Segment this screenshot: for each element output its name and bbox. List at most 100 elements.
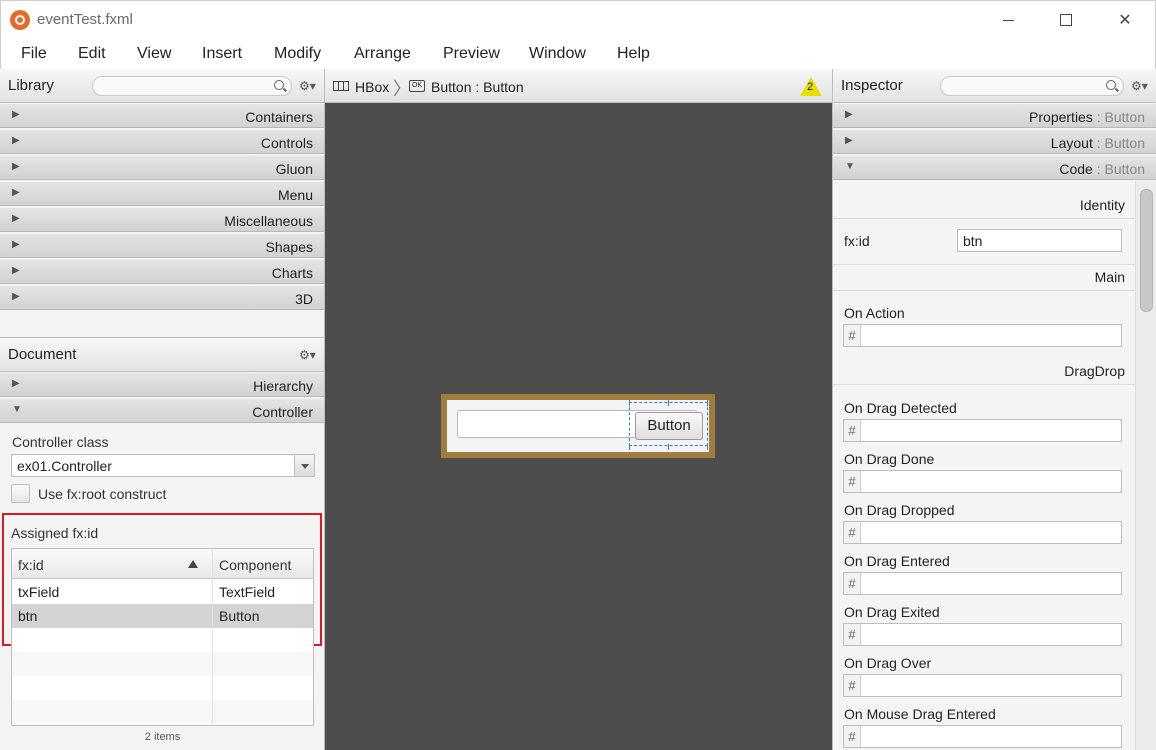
menu-help[interactable]: Help: [617, 45, 650, 63]
library-section-containers[interactable]: ▶ Containers: [0, 103, 324, 128]
column-divider: [212, 549, 213, 725]
document-section-controller[interactable]: ▼ Controller: [0, 398, 324, 423]
empty-table-row: [12, 652, 313, 676]
assigned-fxid-table: fx:id Component txField TextField btn Bu…: [11, 548, 314, 726]
fxid-value: btn: [963, 233, 983, 249]
collapsed-arrow-icon: ▶: [12, 187, 20, 198]
hash-prefix: #: [844, 522, 861, 543]
menu-window[interactable]: Window: [529, 45, 586, 63]
on-drag-over-input[interactable]: #: [843, 674, 1122, 697]
library-section-miscellaneous[interactable]: ▶ Miscellaneous: [0, 207, 324, 232]
cell-component: Button: [219, 608, 260, 624]
scroll-thumb[interactable]: [1140, 189, 1153, 312]
library-section-menu[interactable]: ▶ Menu: [0, 181, 324, 206]
controller-class-label: Controller class: [12, 434, 109, 450]
on-drag-exited-input[interactable]: #: [843, 623, 1122, 646]
library-section-3d[interactable]: ▶ 3D: [0, 285, 324, 310]
on-drag-dropped-input[interactable]: #: [843, 521, 1122, 544]
code-section-content: Identity fx:id Main On Action # DragDrop…: [833, 181, 1135, 750]
menu-modify[interactable]: Modify: [274, 45, 321, 63]
inspector-section-code[interactable]: ▼ Code : Button: [833, 155, 1156, 180]
cell-fxid: btn: [18, 608, 38, 624]
column-header-fxid[interactable]: fx:id: [18, 557, 44, 573]
canvas-button[interactable]: Button: [635, 412, 703, 440]
menu-arrange[interactable]: Arrange: [354, 45, 411, 63]
library-title: Library: [8, 77, 54, 94]
sort-ascending-icon[interactable]: [188, 560, 198, 568]
on-mouse-drag-entered-input[interactable]: #: [843, 725, 1122, 748]
resize-handle[interactable]: [668, 444, 669, 450]
on-mouse-drag-entered-label: On Mouse Drag Entered: [844, 706, 996, 722]
minimize-button[interactable]: [979, 1, 1037, 39]
table-row[interactable]: txField TextField: [12, 580, 313, 604]
on-drag-detected-input[interactable]: #: [843, 419, 1122, 442]
resize-handle[interactable]: [629, 400, 630, 406]
table-header: fx:id Component: [12, 549, 313, 579]
on-drag-done-label: On Drag Done: [844, 451, 935, 467]
identity-subsection: Identity: [833, 191, 1135, 219]
subsection-title: Identity: [1079, 197, 1125, 213]
section-label: Controller: [252, 404, 313, 420]
inspector-search-input[interactable]: [940, 76, 1124, 96]
document-gear-icon[interactable]: ⚙▾: [299, 348, 316, 362]
section-label: Properties : Button: [1029, 109, 1145, 125]
library-section-charts[interactable]: ▶ Charts: [0, 259, 324, 284]
library-section-gluon[interactable]: ▶ Gluon: [0, 155, 324, 180]
hbox-icon: [333, 81, 349, 91]
maximize-icon: [1060, 14, 1072, 26]
column-header-component[interactable]: Component: [219, 557, 291, 573]
breadcrumb-hbox[interactable]: HBox: [355, 79, 389, 95]
inspector-section-layout[interactable]: ▶ Layout : Button: [833, 129, 1156, 154]
inspector-title: Inspector: [841, 77, 903, 94]
resize-handle[interactable]: [707, 444, 708, 450]
menu-insert[interactable]: Insert: [202, 45, 242, 63]
on-action-input[interactable]: #: [843, 324, 1122, 347]
section-label: Miscellaneous: [224, 213, 313, 229]
maximize-button[interactable]: [1037, 1, 1095, 39]
menu-view[interactable]: View: [137, 45, 171, 63]
document-panel: Document ⚙▾ ▶ Hierarchy ▼ Controller Contr…: [0, 337, 325, 750]
collapsed-arrow-icon: ▶: [12, 378, 20, 389]
collapsed-arrow-icon: ▶: [12, 291, 20, 302]
collapsed-arrow-icon: ▶: [12, 109, 20, 120]
controller-class-combo[interactable]: ex01.Controller: [11, 454, 315, 477]
content-canvas: HBox 〉 OK Button : Button 2 Button: [325, 69, 832, 750]
window-title: eventTest.fxml: [37, 11, 133, 28]
resize-handle[interactable]: [707, 400, 708, 406]
chevron-down-icon[interactable]: [294, 455, 314, 476]
menu-edit[interactable]: Edit: [78, 45, 106, 63]
inspector-panel: Inspector ⚙▾ ▶ Properties : Button ▶ Layou…: [832, 69, 1156, 750]
use-fx-root-checkbox[interactable]: [11, 484, 30, 503]
search-icon: [1106, 80, 1116, 90]
section-label: Menu: [277, 187, 313, 203]
inspector-section-properties[interactable]: ▶ Properties : Button: [833, 103, 1156, 128]
inspector-scrollbar[interactable]: [1135, 181, 1156, 750]
breadcrumb: HBox 〉 OK Button : Button 2: [325, 69, 832, 103]
close-button[interactable]: ✕: [1096, 1, 1154, 39]
library-section-shapes[interactable]: ▶ Shapes: [0, 233, 324, 258]
search-icon: [274, 80, 284, 90]
on-drag-dropped-label: On Drag Dropped: [844, 502, 955, 518]
scene-builder-app-icon: [10, 10, 30, 30]
hbox-selection-frame[interactable]: Button: [441, 394, 715, 458]
subsection-title: Main: [1094, 269, 1125, 285]
resize-handle[interactable]: [668, 400, 669, 406]
on-drag-over-label: On Drag Over: [844, 655, 932, 671]
empty-table-row: [12, 676, 313, 700]
section-label: Layout : Button: [1050, 135, 1145, 151]
on-drag-entered-input[interactable]: #: [843, 572, 1122, 595]
on-drag-done-input[interactable]: #: [843, 470, 1122, 493]
menu-file[interactable]: File: [21, 45, 47, 63]
inspector-gear-icon[interactable]: ⚙▾: [1131, 79, 1148, 93]
library-search-input[interactable]: [92, 76, 292, 96]
menu-preview[interactable]: Preview: [443, 45, 500, 63]
table-row-selected[interactable]: btn Button: [12, 604, 313, 628]
library-gear-icon[interactable]: ⚙▾: [299, 79, 316, 93]
assigned-fxid-label: Assigned fx:id: [11, 525, 99, 541]
library-section-controls[interactable]: ▶ Controls: [0, 129, 324, 154]
document-section-hierarchy[interactable]: ▶ Hierarchy: [0, 372, 324, 397]
collapsed-arrow-icon: ▶: [12, 239, 20, 250]
breadcrumb-button[interactable]: Button : Button: [431, 79, 524, 95]
resize-handle[interactable]: [629, 444, 630, 450]
fxid-input[interactable]: btn: [957, 229, 1122, 252]
